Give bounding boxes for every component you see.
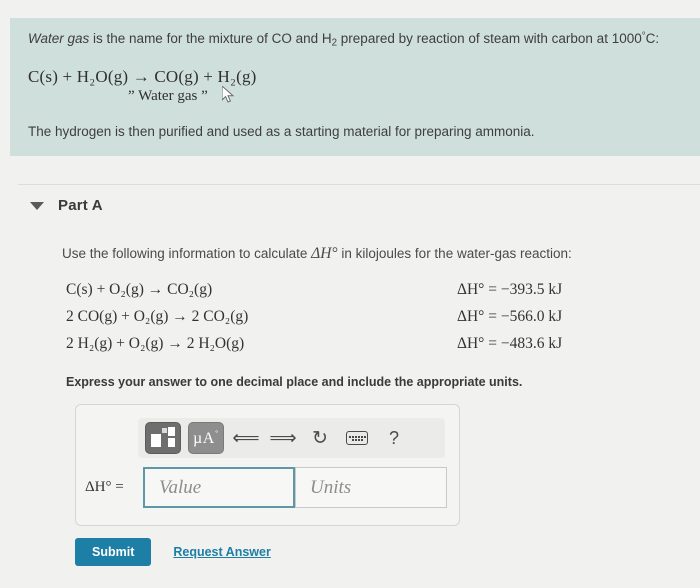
keyboard-icon[interactable] xyxy=(342,422,372,454)
intro-sentence: Water gas is the name for the mixture of… xyxy=(28,30,690,50)
water-gas-equation: C(s) + H₂O(g) → CO(g) + H₂(g) xyxy=(28,66,257,86)
reaction-row: 2 H₂(g) + O₂(g) → 2 H₂O(g) xyxy=(66,335,245,352)
submit-button[interactable]: Submit xyxy=(75,538,152,566)
reset-glyph: ↻ xyxy=(312,427,328,449)
redo-arrow-icon[interactable]: ⟹ xyxy=(268,422,298,454)
math-template-glyph xyxy=(151,427,175,449)
water-gas-equation-label: ” Water gas ” xyxy=(128,87,208,104)
keyboard-glyph xyxy=(346,431,368,445)
enthalpy-list: ΔH° = −393.5 kJ ΔH° = −566.0 kJ ΔH° = −4… xyxy=(457,281,562,362)
part-a-header[interactable]: Part A xyxy=(30,197,103,214)
reaction-list: C(s) + O₂(g) → CO₂(g) 2 CO(g) + O₂(g) → … xyxy=(66,281,248,362)
intro-text-2: is the name for the mixture of CO and H xyxy=(89,31,332,47)
answer-input-panel: µA˚ ⟸ ⟹ ↻ ? ΔH° = xyxy=(75,404,460,526)
undo-arrow-icon[interactable]: ⟸ xyxy=(231,422,261,454)
part-title: Part A xyxy=(58,197,103,214)
express-answer-note: Express your answer to one decimal place… xyxy=(66,375,523,389)
undo-glyph: ⟸ xyxy=(232,427,260,449)
help-label: ? xyxy=(388,427,399,448)
help-button[interactable]: ? xyxy=(379,422,409,454)
prompt-text-after: in kilojoules for the water-gas reaction… xyxy=(337,246,572,261)
delta-h-symbol: ΔH° xyxy=(311,245,338,262)
reset-circular-arrow-icon[interactable]: ↻ xyxy=(305,422,335,454)
caret-down-icon[interactable] xyxy=(30,201,44,210)
section-divider xyxy=(18,184,700,185)
intro-banner: Water gas is the name for the mixture of… xyxy=(10,18,700,156)
answer-toolbar: µA˚ ⟸ ⟹ ↻ ? xyxy=(138,418,445,458)
enthalpy-row: ΔH° = −393.5 kJ xyxy=(457,281,563,298)
water-gas-italic: Water gas xyxy=(28,31,90,47)
water-gas-equation-block: C(s) + H₂O(g) → CO(g) + H₂(g) ” Water ga… xyxy=(28,67,690,105)
units-button-label: µA˚ xyxy=(193,428,219,447)
submit-row: Submit Request Answer xyxy=(75,538,271,566)
intro-closing-sentence: The hydrogen is then purified and used a… xyxy=(28,123,535,139)
request-answer-link[interactable]: Request Answer xyxy=(173,545,270,559)
enthalpy-row: ΔH° = −566.0 kJ xyxy=(457,308,563,325)
math-template-icon[interactable] xyxy=(145,422,181,454)
prompt-text-before: Use the following information to calcula… xyxy=(62,246,312,261)
units-input[interactable] xyxy=(295,467,447,508)
answer-input-row: ΔH° = xyxy=(85,467,451,508)
micro-angstrom-units-icon[interactable]: µA˚ xyxy=(188,422,224,454)
question-prompt: Use the following information to calcula… xyxy=(62,245,572,263)
intro-text-4: C: xyxy=(645,31,660,47)
enthalpy-row: ΔH° = −483.6 kJ xyxy=(457,335,563,352)
intro-text-3: prepared by reaction of steam with carbo… xyxy=(337,31,642,47)
value-input[interactable] xyxy=(143,467,295,508)
redo-glyph: ⟹ xyxy=(269,427,297,449)
answer-label: ΔH° = xyxy=(85,479,124,495)
reaction-row: C(s) + O₂(g) → CO₂(g) xyxy=(66,281,213,298)
reaction-row: 2 CO(g) + O₂(g) → 2 CO₂(g) xyxy=(66,308,249,325)
